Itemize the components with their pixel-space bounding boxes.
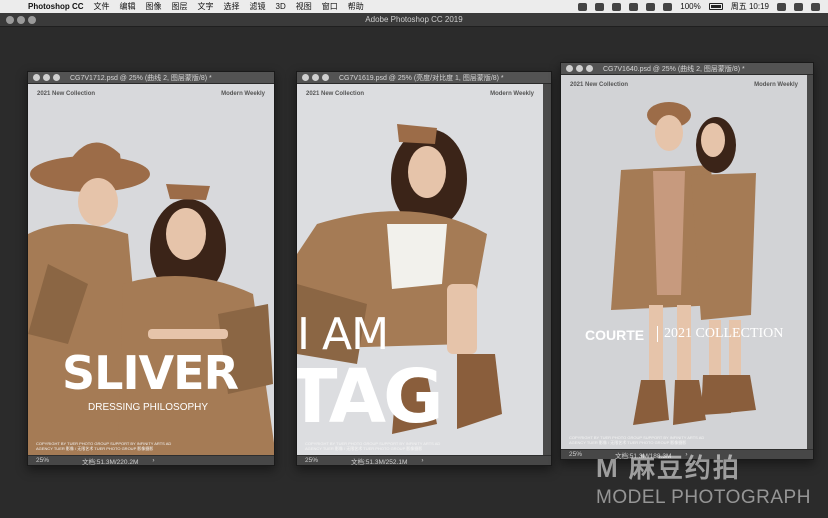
minimize-button[interactable] [43, 74, 50, 81]
menu-3d[interactable]: 3D [276, 2, 286, 11]
document-title-bar[interactable]: CG7V1619.psd @ 25% (亮度/对比度 1, 图层蒙版/8) * [297, 72, 551, 84]
zoom-level[interactable]: 25% [305, 457, 339, 464]
poster-subhead: DRESSING PHILOSOPHY [88, 402, 209, 413]
document-canvas[interactable]: 2021 New Collection Modern Weekly I AM T… [297, 84, 543, 455]
poster-header: 2021 New Collection Modern Weekly [37, 91, 265, 97]
poster-headline: COURTE [585, 327, 645, 343]
zoom-button[interactable] [586, 65, 593, 72]
watermark-brand-cn: M 麻豆约拍 [596, 453, 741, 483]
poster-subhead: 2021 COLLECTION [657, 326, 783, 342]
poster-photo [561, 75, 807, 449]
watermark: M 麻豆约拍 MODEL PHOTOGRAPH [596, 448, 811, 509]
minimize-button[interactable] [576, 65, 583, 72]
zoom-level[interactable]: 25% [36, 457, 70, 464]
display-icon[interactable] [629, 2, 639, 11]
document-title-bar[interactable]: CG7V1640.psd @ 25% (曲线 2, 图层蒙版/8) * [561, 63, 813, 75]
poster-headline: SLIVER [62, 346, 239, 400]
menu-layer[interactable]: 图层 [172, 1, 188, 12]
poster-copyright: COPYRIGHT BY TUER PHOTO GROUP SUPPORT BY… [305, 441, 441, 451]
status-menu-chevron-icon[interactable]: › [152, 457, 154, 464]
document-window-2[interactable]: CG7V1619.psd @ 25% (亮度/对比度 1, 图层蒙版/8) * … [296, 71, 552, 466]
clock[interactable]: 周五 10:19 [731, 1, 769, 12]
app-title-bar: Adobe Photoshop CC 2019 [0, 13, 828, 27]
siri-icon[interactable] [794, 2, 803, 11]
menu-help[interactable]: 帮助 [348, 1, 364, 12]
zoom-button[interactable] [53, 74, 60, 81]
wifi-icon[interactable] [663, 2, 673, 11]
watermark-brand-en: MODEL PHOTOGRAPH [596, 487, 811, 508]
close-button[interactable] [302, 74, 309, 81]
menu-edit[interactable]: 编辑 [120, 1, 136, 12]
sync-icon[interactable] [578, 2, 588, 11]
poster-headline-line1: I AM [297, 309, 389, 360]
menu-select[interactable]: 选择 [224, 1, 240, 12]
spotlight-search-icon[interactable] [777, 2, 786, 11]
qq-icon[interactable] [612, 2, 622, 11]
poster-collection-label: 2021 New Collection [570, 82, 629, 88]
notification-center-icon[interactable] [811, 2, 820, 11]
minimize-button[interactable] [312, 74, 319, 81]
poster-collection-label: 2021 New Collection [37, 91, 96, 97]
document-title: CG7V1712.psd @ 25% (曲线 2, 图层蒙版/8) * [70, 74, 212, 82]
status-area: 100% 周五 10:19 [578, 1, 820, 12]
battery-percent: 100% [680, 2, 701, 11]
poster-copyright: COPYRIGHT BY TUER PHOTO GROUP SUPPORT BY… [569, 435, 705, 445]
tools-icon[interactable] [646, 2, 656, 11]
document-title: CG7V1619.psd @ 25% (亮度/对比度 1, 图层蒙版/8) * [339, 74, 504, 82]
menu-view[interactable]: 视图 [296, 1, 312, 12]
poster-header: 2021 New Collection Modern Weekly [570, 82, 798, 88]
menu-window[interactable]: 窗口 [322, 1, 338, 12]
menu-app-name[interactable]: Photoshop CC [28, 2, 84, 11]
app-title: Adobe Photoshop CC 2019 [365, 15, 463, 24]
menu-filter[interactable]: 滤镜 [250, 1, 266, 12]
poster-copyright: COPYRIGHT BY TUER PHOTO GROUP SUPPORT BY… [36, 441, 172, 451]
document-status-bar: 25% 文档:51.3M/252.1M › [297, 455, 551, 466]
menu-bar: Photoshop CC 文件 编辑 图像 图层 文字 选择 滤镜 3D 视图 … [0, 0, 828, 13]
poster-headline-line2: TAG [297, 354, 444, 440]
poster-magazine-label: Modern Weekly [754, 82, 798, 88]
zoom-button[interactable] [322, 74, 329, 81]
document-canvas[interactable]: 2021 New Collection Modern Weekly COURTE… [561, 75, 807, 449]
menu-file[interactable]: 文件 [94, 1, 110, 12]
wechat-icon[interactable] [595, 2, 605, 11]
document-status-bar: 25% 文档:51.3M/220.2M › [28, 455, 274, 466]
close-button[interactable] [33, 74, 40, 81]
document-window-1[interactable]: CG7V1712.psd @ 25% (曲线 2, 图层蒙版/8) * 2021… [27, 71, 275, 466]
close-button[interactable] [566, 65, 573, 72]
document-canvas[interactable]: 2021 New Collection Modern Weekly SLIVER… [28, 84, 274, 455]
menu-image[interactable]: 图像 [146, 1, 162, 12]
document-title: CG7V1640.psd @ 25% (曲线 2, 图层蒙版/8) * [603, 65, 745, 73]
poster-collection-label: 2021 New Collection [306, 91, 365, 97]
document-size-info: 文档:51.3M/220.2M [82, 458, 139, 466]
document-window-3[interactable]: CG7V1640.psd @ 25% (曲线 2, 图层蒙版/8) * 2021… [560, 62, 814, 460]
document-title-bar[interactable]: CG7V1712.psd @ 25% (曲线 2, 图层蒙版/8) * [28, 72, 274, 84]
document-size-info: 文档:51.3M/252.1M [351, 458, 408, 466]
poster-magazine-label: Modern Weekly [490, 91, 534, 97]
status-menu-chevron-icon[interactable]: › [421, 457, 423, 464]
poster-magazine-label: Modern Weekly [221, 91, 265, 97]
menu-type[interactable]: 文字 [198, 1, 214, 12]
poster-header: 2021 New Collection Modern Weekly [306, 91, 534, 97]
battery-icon[interactable] [708, 3, 723, 10]
